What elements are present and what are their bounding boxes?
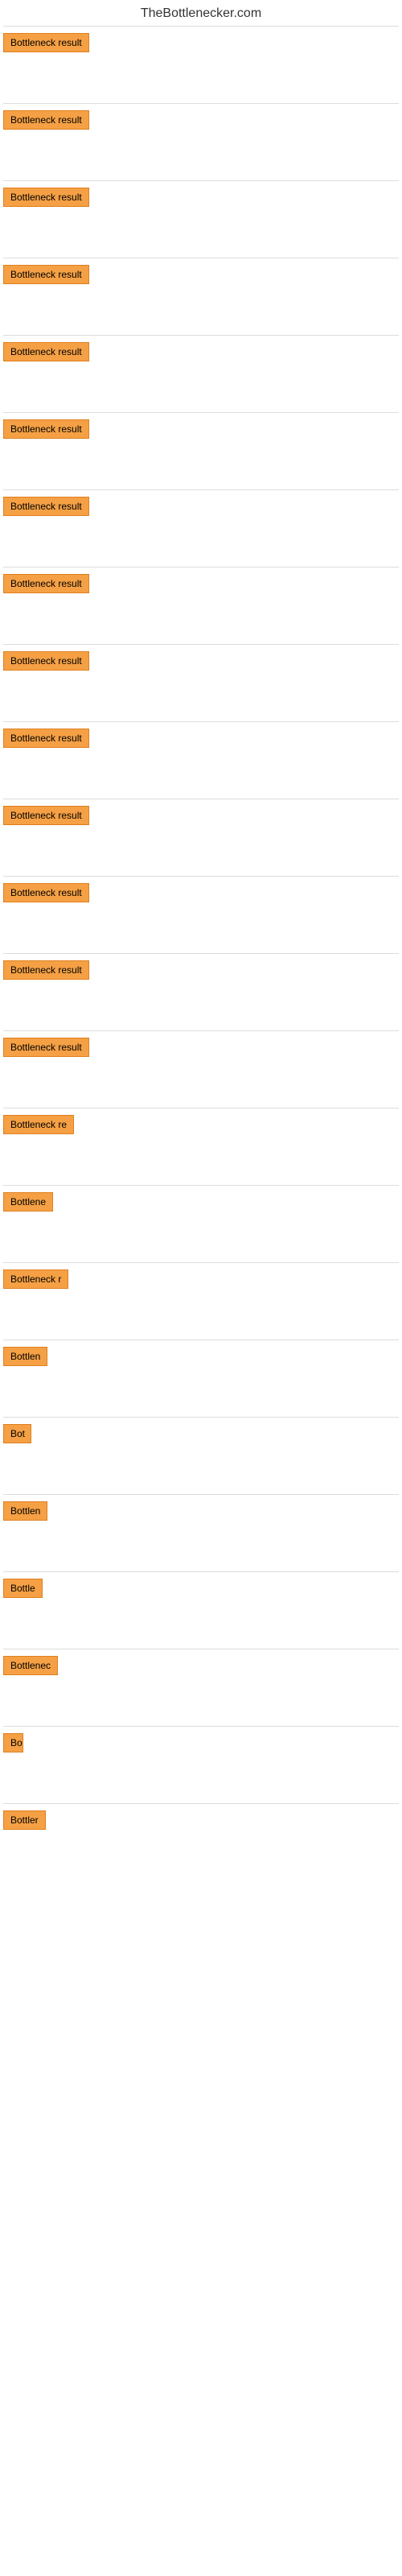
bottleneck-badge: Bot bbox=[3, 1424, 31, 1443]
spacer bbox=[3, 370, 399, 411]
bottleneck-badge: Bottleneck result bbox=[3, 806, 89, 825]
divider bbox=[3, 1494, 399, 1495]
divider bbox=[3, 1185, 399, 1186]
bottleneck-item: Bottlene bbox=[3, 1187, 399, 1220]
divider bbox=[3, 1803, 399, 1804]
spacer bbox=[3, 911, 399, 952]
bottleneck-item: Bottlen bbox=[3, 1342, 399, 1375]
spacer bbox=[3, 138, 399, 179]
bottleneck-badge: Bottleneck result bbox=[3, 1038, 89, 1057]
bottleneck-badge: Bottlenec bbox=[3, 1656, 58, 1675]
bottleneck-item: Bottleneck result bbox=[3, 260, 399, 293]
items-container: Bottleneck result Bottleneck result Bottle… bbox=[0, 26, 402, 2563]
divider bbox=[3, 721, 399, 722]
bottleneck-item: Bottleneck result bbox=[3, 105, 399, 138]
bottleneck-item: Bottlenec bbox=[3, 1651, 399, 1684]
spacer bbox=[3, 525, 399, 565]
bottleneck-item: Bo bbox=[3, 1728, 399, 1761]
divider bbox=[3, 180, 399, 181]
divider bbox=[3, 1417, 399, 1418]
spacer bbox=[3, 1684, 399, 1724]
bottleneck-badge: Bottle bbox=[3, 1579, 43, 1598]
bottleneck-item: Bottlen bbox=[3, 1496, 399, 1530]
bottleneck-badge: Bottlen bbox=[3, 1347, 47, 1366]
bottleneck-item: Bottleneck result bbox=[3, 724, 399, 757]
spacer bbox=[3, 1452, 399, 1492]
spacer bbox=[3, 1607, 399, 1647]
bottleneck-item: Bottleneck result bbox=[3, 878, 399, 911]
spacer bbox=[3, 448, 399, 488]
spacer bbox=[3, 293, 399, 333]
bottleneck-badge: Bottlen bbox=[3, 1501, 47, 1521]
bottleneck-badge: Bottleneck result bbox=[3, 419, 89, 439]
spacer bbox=[3, 61, 399, 101]
bottleneck-item: Bottleneck result bbox=[3, 569, 399, 602]
bottleneck-item: Bottleneck result bbox=[3, 415, 399, 448]
bottleneck-badge: Bottlene bbox=[3, 1192, 53, 1212]
bottleneck-badge: Bottleneck result bbox=[3, 651, 89, 671]
bottleneck-item: Bottleneck result bbox=[3, 1033, 399, 1066]
spacer bbox=[3, 602, 399, 642]
divider bbox=[3, 567, 399, 568]
bottleneck-item: Bottleneck result bbox=[3, 28, 399, 61]
bottleneck-item: Bottler bbox=[3, 1806, 399, 1839]
bottleneck-item: Bottleneck re bbox=[3, 1110, 399, 1143]
divider bbox=[3, 1262, 399, 1263]
spacer bbox=[3, 757, 399, 797]
spacer bbox=[3, 216, 399, 256]
bottleneck-badge: Bottleneck re bbox=[3, 1115, 74, 1134]
bottleneck-item: Bottleneck result bbox=[3, 337, 399, 370]
bottleneck-badge: Bottleneck result bbox=[3, 729, 89, 748]
spacer bbox=[3, 1530, 399, 1570]
bottleneck-badge: Bottleneck result bbox=[3, 342, 89, 361]
bottleneck-badge: Bottleneck result bbox=[3, 188, 89, 207]
bottleneck-badge: Bottleneck r bbox=[3, 1269, 68, 1289]
spacer bbox=[3, 679, 399, 720]
bottleneck-item: Bottleneck result bbox=[3, 646, 399, 679]
spacer bbox=[3, 1066, 399, 1106]
divider bbox=[3, 412, 399, 413]
divider bbox=[3, 1571, 399, 1572]
spacer bbox=[3, 1143, 399, 1183]
divider bbox=[3, 1030, 399, 1031]
spacer bbox=[3, 1220, 399, 1261]
bottleneck-item: Bottleneck result bbox=[3, 492, 399, 525]
divider bbox=[3, 26, 399, 27]
bottleneck-badge: Bottleneck result bbox=[3, 33, 89, 52]
bottleneck-item: Bot bbox=[3, 1419, 399, 1452]
spacer bbox=[3, 1761, 399, 1802]
spacer bbox=[3, 1375, 399, 1415]
bottleneck-badge: Bottleneck result bbox=[3, 574, 89, 593]
divider bbox=[3, 103, 399, 104]
spacer bbox=[3, 1298, 399, 1338]
bottleneck-badge: Bottleneck result bbox=[3, 497, 89, 516]
bottleneck-item: Bottleneck result bbox=[3, 801, 399, 834]
bottleneck-badge: Bottleneck result bbox=[3, 110, 89, 130]
spacer bbox=[3, 834, 399, 874]
divider bbox=[3, 644, 399, 645]
site-title: TheBottlenecker.com bbox=[0, 0, 402, 24]
spacer bbox=[3, 989, 399, 1029]
bottleneck-item: Bottleneck result bbox=[3, 956, 399, 989]
divider bbox=[3, 489, 399, 490]
bottleneck-item: Bottleneck r bbox=[3, 1265, 399, 1298]
bottleneck-item: Bottle bbox=[3, 1574, 399, 1607]
divider bbox=[3, 953, 399, 954]
bottleneck-item: Bottleneck result bbox=[3, 183, 399, 216]
bottleneck-badge: Bo bbox=[3, 1733, 23, 1752]
divider bbox=[3, 1726, 399, 1727]
bottleneck-badge: Bottleneck result bbox=[3, 960, 89, 980]
bottom-space bbox=[3, 1839, 399, 2563]
bottleneck-badge: Bottler bbox=[3, 1810, 46, 1830]
divider bbox=[3, 876, 399, 877]
bottleneck-badge: Bottleneck result bbox=[3, 265, 89, 284]
divider bbox=[3, 335, 399, 336]
bottleneck-badge: Bottleneck result bbox=[3, 883, 89, 902]
